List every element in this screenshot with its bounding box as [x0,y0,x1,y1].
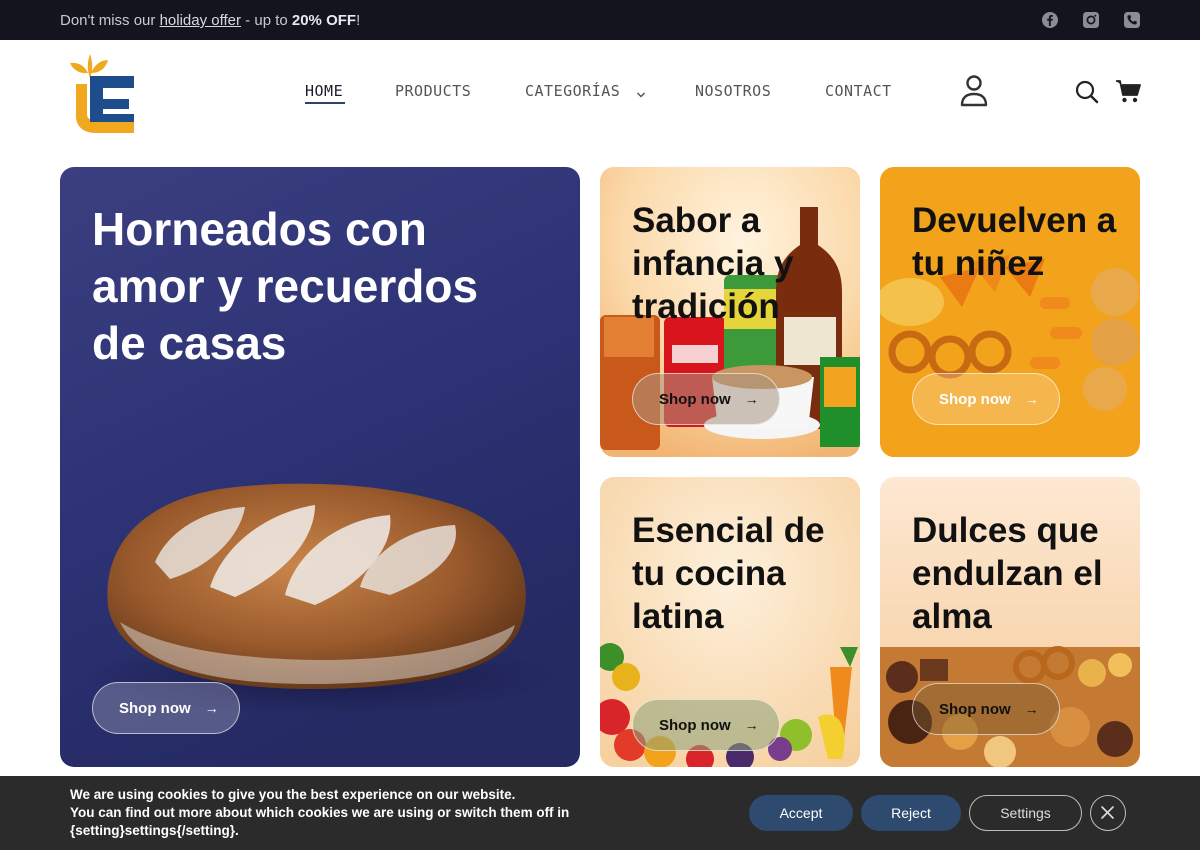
nav-categorias[interactable]: CATEGORÍAS [525,82,620,100]
shop-now-label: Shop now [659,390,731,408]
promo-suffix: ! [356,12,361,29]
facebook-icon[interactable] [1041,11,1059,29]
arrow-right-icon: → [744,717,759,733]
nav-contact[interactable]: CONTACT [825,82,892,100]
cookie-reject-button[interactable]: Reject [861,795,961,831]
arrow-right-icon: → [1024,701,1039,717]
promo-middle: - up to [241,12,292,29]
snacks-card-title: Devuelven a tu niñez [912,201,1117,283]
cookie-settings-button[interactable]: Settings [969,795,1082,831]
nav-products[interactable]: PRODUCTS [395,82,471,100]
instagram-icon[interactable] [1082,11,1100,29]
shop-now-label: Shop now [939,390,1011,408]
nav-home[interactable]: HOME [305,82,343,100]
search-icon[interactable] [1074,79,1100,105]
hero-title: Horneados con amor y recuerdos de casas [92,203,479,369]
cookie-accept-button[interactable]: Accept [749,795,853,831]
cookie-message-line-1: We are using cookies to give you the bes… [70,787,516,802]
shop-now-label: Shop now [659,716,731,734]
snacks-shop-now-button[interactable]: Shop now → [912,373,1060,425]
cookie-message-line-2: You can find out more about which cookie… [70,805,570,838]
phone-icon[interactable] [1123,11,1141,29]
shop-now-label: Shop now [119,699,191,717]
brand-logo[interactable] [68,46,136,136]
nav-active-indicator [305,102,345,104]
cookie-consent-bar: We are using cookies to give you the bes… [0,776,1200,850]
arrow-right-icon: → [204,700,219,716]
produce-shop-now-button[interactable]: Shop now → [632,699,780,751]
promo-prefix: Don't miss our [60,12,160,29]
hero-shop-now-button[interactable]: Shop now → [92,682,240,734]
user-icon[interactable] [958,74,990,108]
arrow-right-icon: → [744,391,759,407]
drinks-shop-now-button[interactable]: Shop now → [632,373,780,425]
sweets-shop-now-button[interactable]: Shop now → [912,683,1060,735]
cookie-message: We are using cookies to give you the bes… [70,786,630,840]
close-icon[interactable] [1090,795,1126,831]
category-card-sweets[interactable]: Dulces que endulzan el alma Shop now → [880,477,1140,767]
category-card-produce[interactable]: Esencial de tu cocina latina Shop now → [600,477,860,767]
hero-card-bakery[interactable]: Horneados con amor y recuerdos de casas … [60,167,580,767]
holiday-offer-link[interactable]: holiday offer [160,12,241,29]
drinks-card-title: Sabor a infancia y tradición [632,201,794,326]
promo-text: Don't miss our holiday offer - up to 20%… [60,12,360,29]
category-card-drinks[interactable]: Sabor a infancia y tradición Shop now → [600,167,860,457]
sweets-card-title: Dulces que endulzan el alma [912,511,1103,636]
category-card-snacks[interactable]: Devuelven a tu niñez Shop now → [880,167,1140,457]
announcement-bar: Don't miss our holiday offer - up to 20%… [0,0,1200,40]
produce-card-title: Esencial de tu cocina latina [632,511,825,636]
arrow-right-icon: → [1024,391,1039,407]
shop-now-label: Shop now [939,700,1011,718]
chevron-down-icon[interactable] [636,86,646,98]
promo-discount: 20% OFF [291,12,357,29]
nav-nosotros[interactable]: NOSOTROS [695,82,771,100]
cart-icon[interactable] [1114,78,1142,104]
